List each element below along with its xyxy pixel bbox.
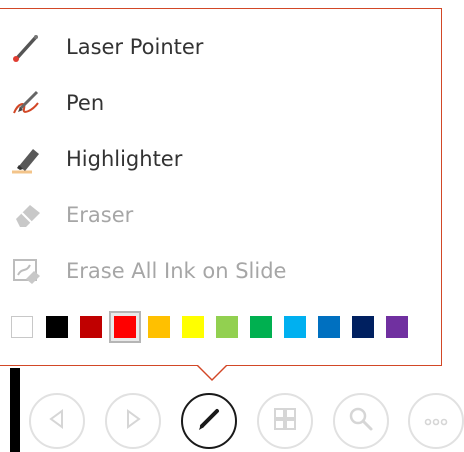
slides-grid-icon xyxy=(272,406,298,436)
color-swatch-light-green[interactable] xyxy=(216,316,238,338)
menu-item-label: Highlighter xyxy=(66,147,183,171)
color-swatch-yellow[interactable] xyxy=(182,316,204,338)
eraser-icon xyxy=(10,199,44,231)
color-swatch-orange[interactable] xyxy=(148,316,170,338)
see-all-slides-button[interactable] xyxy=(257,393,313,449)
color-swatch-dark-blue[interactable] xyxy=(352,316,374,338)
triangle-right-icon xyxy=(123,408,143,434)
next-button[interactable] xyxy=(105,393,161,449)
menu-item-label: Pen xyxy=(66,91,105,115)
ink-color-palette xyxy=(0,308,440,348)
menu-pointer-fill xyxy=(197,364,227,379)
pen-tools-menu: Laser Pointer Pen Highlighter Eraser Era… xyxy=(0,8,442,366)
triangle-left-icon xyxy=(47,408,67,434)
zoom-button[interactable] xyxy=(333,393,389,449)
menu-item-label: Eraser xyxy=(66,203,134,227)
pen-tools-button[interactable] xyxy=(181,393,237,449)
color-swatch-red[interactable] xyxy=(114,316,136,338)
magnifier-icon xyxy=(347,405,375,437)
slide-edge xyxy=(10,368,20,452)
pen-icon xyxy=(10,87,44,119)
menu-item-label: Laser Pointer xyxy=(66,35,204,59)
menu-item-laser-pointer[interactable]: Laser Pointer xyxy=(0,22,440,72)
previous-button[interactable] xyxy=(29,393,85,449)
color-swatch-black[interactable] xyxy=(46,316,68,338)
pen-icon xyxy=(195,405,223,437)
color-swatch-light-blue[interactable] xyxy=(284,316,306,338)
color-swatch-blue[interactable] xyxy=(318,316,340,338)
color-swatch-white[interactable] xyxy=(11,316,33,338)
menu-item-eraser[interactable]: Eraser xyxy=(0,190,440,240)
laser-pointer-icon xyxy=(10,31,44,63)
erase-all-ink-icon xyxy=(10,255,44,287)
menu-item-pen[interactable]: Pen xyxy=(0,78,440,128)
menu-item-highlighter[interactable]: Highlighter xyxy=(0,134,440,184)
color-swatch-green[interactable] xyxy=(250,316,272,338)
more-options-button[interactable] xyxy=(408,393,464,449)
menu-item-label: Erase All Ink on Slide xyxy=(66,259,287,283)
highlighter-icon xyxy=(10,143,44,175)
menu-item-erase-all-ink[interactable]: Erase All Ink on Slide xyxy=(0,246,440,296)
color-swatch-purple[interactable] xyxy=(386,316,408,338)
ellipsis-icon xyxy=(423,412,449,431)
color-swatch-dark-red[interactable] xyxy=(80,316,102,338)
